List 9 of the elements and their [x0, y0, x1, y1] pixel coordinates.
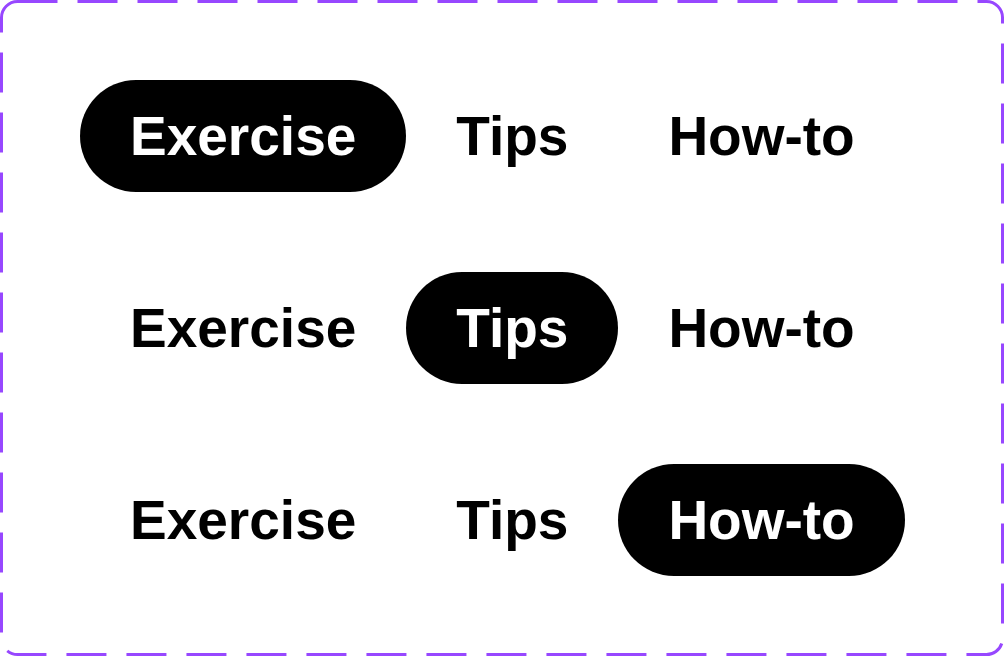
tab[interactable]: How-to — [618, 80, 905, 192]
tab[interactable]: Exercise — [80, 80, 407, 192]
tab[interactable]: Tips — [406, 272, 619, 384]
tab[interactable]: How-to — [618, 464, 905, 576]
tab[interactable]: Exercise — [80, 464, 407, 576]
tab[interactable]: How-to — [618, 272, 905, 384]
tab[interactable]: Exercise — [80, 272, 407, 384]
tab[interactable]: Tips — [406, 464, 619, 576]
tab[interactable]: Tips — [406, 80, 619, 192]
